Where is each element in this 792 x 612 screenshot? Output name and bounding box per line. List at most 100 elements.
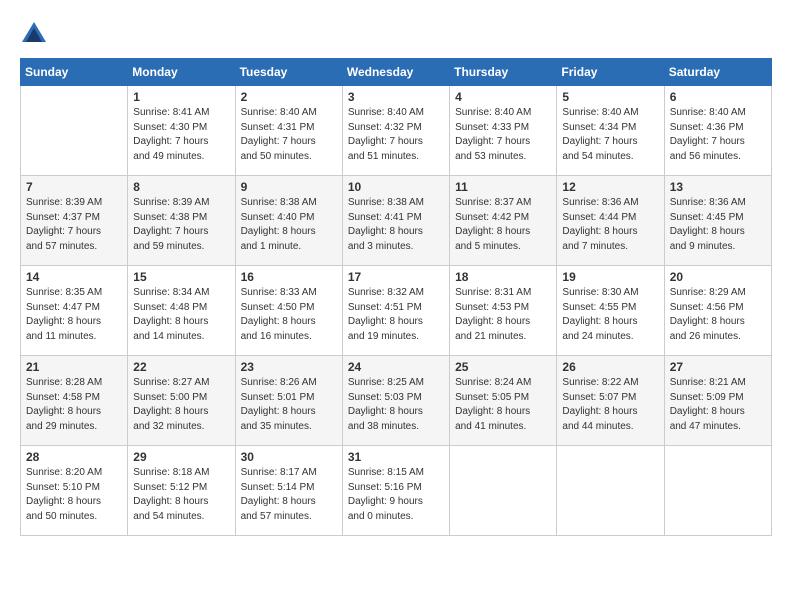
cell-content: Sunrise: 8:40 AM Sunset: 4:33 PM Dayligh… bbox=[455, 106, 551, 164]
day-number: 21 bbox=[26, 360, 122, 374]
calendar-cell: 1 Sunrise: 8:41 AM Sunset: 4:30 PM Daylig… bbox=[128, 86, 235, 176]
day-number: 25 bbox=[455, 360, 551, 374]
calendar-cell: 16 Sunrise: 8:33 AM Sunset: 4:50 PM Dayli… bbox=[235, 266, 342, 356]
calendar-cell bbox=[557, 446, 664, 536]
cell-content: Sunrise: 8:17 AM Sunset: 5:14 PM Dayligh… bbox=[241, 466, 337, 524]
day-number: 30 bbox=[241, 450, 337, 464]
calendar-cell: 25 Sunrise: 8:24 AM Sunset: 5:05 PM Dayli… bbox=[450, 356, 557, 446]
calendar-cell: 15 Sunrise: 8:34 AM Sunset: 4:48 PM Dayli… bbox=[128, 266, 235, 356]
cell-content: Sunrise: 8:34 AM Sunset: 4:48 PM Dayligh… bbox=[133, 286, 229, 344]
day-number: 9 bbox=[241, 180, 337, 194]
calendar-cell: 28 Sunrise: 8:20 AM Sunset: 5:10 PM Dayli… bbox=[21, 446, 128, 536]
page: SundayMondayTuesdayWednesdayThursdayFrid… bbox=[0, 0, 792, 556]
calendar-cell: 2Sunrise: 8:40 AM Sunset: 4:31 PM Daylig… bbox=[235, 86, 342, 176]
calendar-cell: 26Sunrise: 8:22 AM Sunset: 5:07 PM Dayli… bbox=[557, 356, 664, 446]
calendar-cell: 5 Sunrise: 8:40 AM Sunset: 4:34 PM Daylig… bbox=[557, 86, 664, 176]
day-number: 16 bbox=[241, 270, 337, 284]
day-number: 10 bbox=[348, 180, 444, 194]
day-number: 17 bbox=[348, 270, 444, 284]
day-number: 12 bbox=[562, 180, 658, 194]
calendar-cell: 18 Sunrise: 8:31 AM Sunset: 4:53 PM Dayli… bbox=[450, 266, 557, 356]
day-number: 18 bbox=[455, 270, 551, 284]
calendar-cell: 20Sunrise: 8:29 AM Sunset: 4:56 PM Dayli… bbox=[664, 266, 771, 356]
cell-content: Sunrise: 8:22 AM Sunset: 5:07 PM Dayligh… bbox=[562, 376, 658, 434]
header-row: SundayMondayTuesdayWednesdayThursdayFrid… bbox=[21, 59, 772, 86]
logo bbox=[20, 20, 52, 48]
cell-content: Sunrise: 8:40 AM Sunset: 4:36 PM Dayligh… bbox=[670, 106, 766, 164]
day-number: 7 bbox=[26, 180, 122, 194]
logo-icon bbox=[20, 20, 48, 48]
cell-content: Sunrise: 8:25 AM Sunset: 5:03 PM Dayligh… bbox=[348, 376, 444, 434]
cell-content: Sunrise: 8:41 AM Sunset: 4:30 PM Dayligh… bbox=[133, 106, 229, 164]
cell-content: Sunrise: 8:38 AM Sunset: 4:41 PM Dayligh… bbox=[348, 196, 444, 254]
cell-content: Sunrise: 8:21 AM Sunset: 5:09 PM Dayligh… bbox=[670, 376, 766, 434]
cell-content: Sunrise: 8:20 AM Sunset: 5:10 PM Dayligh… bbox=[26, 466, 122, 524]
day-number: 19 bbox=[562, 270, 658, 284]
calendar-cell: 22 Sunrise: 8:27 AM Sunset: 5:00 PM Dayli… bbox=[128, 356, 235, 446]
calendar-cell: 17 Sunrise: 8:32 AM Sunset: 4:51 PM Dayli… bbox=[342, 266, 449, 356]
cell-content: Sunrise: 8:18 AM Sunset: 5:12 PM Dayligh… bbox=[133, 466, 229, 524]
weekday-header: Sunday bbox=[21, 59, 128, 86]
day-number: 4 bbox=[455, 90, 551, 104]
cell-content: Sunrise: 8:38 AM Sunset: 4:40 PM Dayligh… bbox=[241, 196, 337, 254]
cell-content: Sunrise: 8:39 AM Sunset: 4:38 PM Dayligh… bbox=[133, 196, 229, 254]
day-number: 14 bbox=[26, 270, 122, 284]
calendar-cell: 4 Sunrise: 8:40 AM Sunset: 4:33 PM Daylig… bbox=[450, 86, 557, 176]
logo-inner bbox=[20, 20, 52, 48]
weekday-header: Friday bbox=[557, 59, 664, 86]
calendar-cell: 14 Sunrise: 8:35 AM Sunset: 4:47 PM Dayli… bbox=[21, 266, 128, 356]
day-number: 27 bbox=[670, 360, 766, 374]
calendar-cell: 10 Sunrise: 8:38 AM Sunset: 4:41 PM Dayli… bbox=[342, 176, 449, 266]
day-number: 5 bbox=[562, 90, 658, 104]
day-number: 11 bbox=[455, 180, 551, 194]
cell-content: Sunrise: 8:30 AM Sunset: 4:55 PM Dayligh… bbox=[562, 286, 658, 344]
day-number: 22 bbox=[133, 360, 229, 374]
cell-content: Sunrise: 8:40 AM Sunset: 4:31 PM Dayligh… bbox=[241, 106, 337, 164]
weekday-header: Tuesday bbox=[235, 59, 342, 86]
day-number: 8 bbox=[133, 180, 229, 194]
cell-content: Sunrise: 8:29 AM Sunset: 4:56 PM Dayligh… bbox=[670, 286, 766, 344]
cell-content: Sunrise: 8:40 AM Sunset: 4:32 PM Dayligh… bbox=[348, 106, 444, 164]
calendar-cell: 13 Sunrise: 8:36 AM Sunset: 4:45 PM Dayli… bbox=[664, 176, 771, 266]
day-number: 29 bbox=[133, 450, 229, 464]
calendar-week-row: 7 Sunrise: 8:39 AM Sunset: 4:37 PM Daylig… bbox=[21, 176, 772, 266]
cell-content: Sunrise: 8:36 AM Sunset: 4:45 PM Dayligh… bbox=[670, 196, 766, 254]
calendar-week-row: 14 Sunrise: 8:35 AM Sunset: 4:47 PM Dayli… bbox=[21, 266, 772, 356]
weekday-header: Thursday bbox=[450, 59, 557, 86]
day-number: 6 bbox=[670, 90, 766, 104]
calendar-cell: 3 Sunrise: 8:40 AM Sunset: 4:32 PM Daylig… bbox=[342, 86, 449, 176]
cell-content: Sunrise: 8:31 AM Sunset: 4:53 PM Dayligh… bbox=[455, 286, 551, 344]
cell-content: Sunrise: 8:33 AM Sunset: 4:50 PM Dayligh… bbox=[241, 286, 337, 344]
day-number: 15 bbox=[133, 270, 229, 284]
header bbox=[20, 20, 772, 48]
day-number: 31 bbox=[348, 450, 444, 464]
cell-content: Sunrise: 8:27 AM Sunset: 5:00 PM Dayligh… bbox=[133, 376, 229, 434]
calendar-cell bbox=[664, 446, 771, 536]
cell-content: Sunrise: 8:32 AM Sunset: 4:51 PM Dayligh… bbox=[348, 286, 444, 344]
calendar-cell: 23Sunrise: 8:26 AM Sunset: 5:01 PM Dayli… bbox=[235, 356, 342, 446]
calendar-cell: 21Sunrise: 8:28 AM Sunset: 4:58 PM Dayli… bbox=[21, 356, 128, 446]
cell-content: Sunrise: 8:35 AM Sunset: 4:47 PM Dayligh… bbox=[26, 286, 122, 344]
day-number: 3 bbox=[348, 90, 444, 104]
calendar-cell: 19 Sunrise: 8:30 AM Sunset: 4:55 PM Dayli… bbox=[557, 266, 664, 356]
calendar-cell: 30 Sunrise: 8:17 AM Sunset: 5:14 PM Dayli… bbox=[235, 446, 342, 536]
cell-content: Sunrise: 8:36 AM Sunset: 4:44 PM Dayligh… bbox=[562, 196, 658, 254]
calendar-cell: 8 Sunrise: 8:39 AM Sunset: 4:38 PM Daylig… bbox=[128, 176, 235, 266]
cell-content: Sunrise: 8:15 AM Sunset: 5:16 PM Dayligh… bbox=[348, 466, 444, 524]
day-number: 1 bbox=[133, 90, 229, 104]
calendar-cell: 24 Sunrise: 8:25 AM Sunset: 5:03 PM Dayli… bbox=[342, 356, 449, 446]
calendar-cell bbox=[21, 86, 128, 176]
cell-content: Sunrise: 8:39 AM Sunset: 4:37 PM Dayligh… bbox=[26, 196, 122, 254]
calendar-cell: 11Sunrise: 8:37 AM Sunset: 4:42 PM Dayli… bbox=[450, 176, 557, 266]
cell-content: Sunrise: 8:40 AM Sunset: 4:34 PM Dayligh… bbox=[562, 106, 658, 164]
cell-content: Sunrise: 8:24 AM Sunset: 5:05 PM Dayligh… bbox=[455, 376, 551, 434]
weekday-header: Monday bbox=[128, 59, 235, 86]
calendar-cell: 27 Sunrise: 8:21 AM Sunset: 5:09 PM Dayli… bbox=[664, 356, 771, 446]
day-number: 24 bbox=[348, 360, 444, 374]
weekday-header: Wednesday bbox=[342, 59, 449, 86]
day-number: 13 bbox=[670, 180, 766, 194]
calendar-cell: 7 Sunrise: 8:39 AM Sunset: 4:37 PM Daylig… bbox=[21, 176, 128, 266]
calendar-week-row: 1 Sunrise: 8:41 AM Sunset: 4:30 PM Daylig… bbox=[21, 86, 772, 176]
weekday-header: Saturday bbox=[664, 59, 771, 86]
day-number: 28 bbox=[26, 450, 122, 464]
